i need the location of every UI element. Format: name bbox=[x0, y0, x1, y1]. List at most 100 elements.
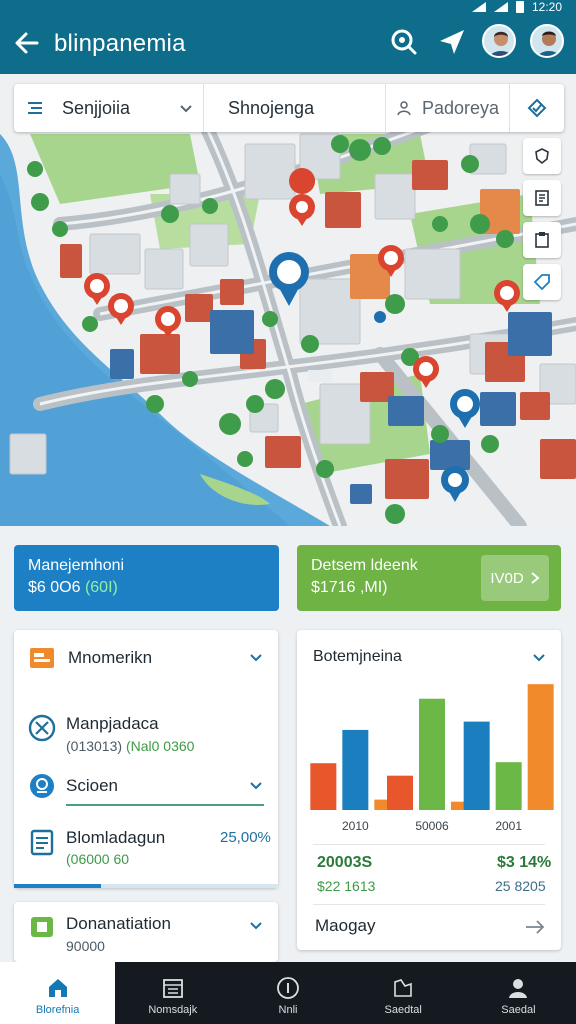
summary-card-details[interactable]: Detsem ldeenk $1716 ,MI) IV0D bbox=[297, 545, 561, 611]
nav-label: Nnli bbox=[278, 1004, 298, 1016]
location-target-icon bbox=[30, 774, 54, 798]
card-value: 90000 bbox=[66, 938, 105, 954]
progress-fill bbox=[14, 884, 102, 888]
filter-tool-button[interactable] bbox=[523, 138, 561, 174]
summary-title: Detsem ldeenk bbox=[311, 557, 418, 574]
map-view[interactable] bbox=[0, 74, 576, 526]
divider bbox=[66, 804, 264, 806]
summary-title: Manejemhoni bbox=[28, 557, 125, 574]
summary-action-button[interactable]: IV0D bbox=[481, 555, 549, 601]
compass-icon bbox=[28, 714, 56, 742]
bottom-navigation: Blorefnia Nomsdajk Nnli Saedtal Saedal bbox=[0, 962, 576, 1024]
search-query: Shnojenga bbox=[228, 97, 315, 118]
summary-value: $1716 ,MI) bbox=[311, 579, 388, 596]
chevron-right-icon bbox=[531, 572, 540, 584]
layers-icon bbox=[527, 98, 547, 118]
profile-icon bbox=[509, 979, 528, 998]
status-time: 12:20 bbox=[531, 0, 562, 14]
home-icon bbox=[48, 979, 67, 997]
people-filter-input[interactable]: Padoreya bbox=[386, 84, 510, 132]
wifi-icon bbox=[493, 2, 508, 12]
nav-item-profile[interactable]: Saedal bbox=[461, 962, 576, 1024]
stat-right-sub: 25 8205 bbox=[495, 878, 546, 894]
person-icon bbox=[397, 101, 411, 116]
chart-bar-green-2001 bbox=[495, 762, 522, 810]
card-title: Donanatiation bbox=[66, 914, 171, 933]
chart-bar-blue-2001 bbox=[463, 721, 490, 810]
signal-icon bbox=[471, 2, 486, 12]
overview-card: Mnomerikn Manpjadaca (013013) (Nal0 0360… bbox=[14, 630, 278, 888]
avatar-secondary[interactable] bbox=[530, 24, 564, 58]
item-title: Scioen bbox=[66, 776, 118, 795]
list-icon bbox=[28, 102, 42, 114]
avatar[interactable] bbox=[482, 24, 516, 58]
map-side-tools bbox=[523, 138, 561, 300]
search-icon[interactable] bbox=[388, 26, 420, 58]
map-layers-button[interactable] bbox=[510, 84, 564, 132]
calendar-icon bbox=[162, 979, 183, 998]
divider bbox=[313, 904, 545, 905]
chart-card: Botemjneina 2010 50006 2001 20003S $22 161… bbox=[297, 630, 561, 950]
puzzle-icon bbox=[31, 917, 53, 937]
people-placeholder: Padoreya bbox=[422, 97, 500, 118]
card-header-title: Mnomerikn bbox=[68, 648, 153, 667]
item-value: 25,00% bbox=[220, 829, 271, 846]
chart-bar-red-2010 bbox=[310, 763, 337, 810]
chevron-down-icon bbox=[180, 105, 192, 113]
search-input[interactable]: Shnojenga bbox=[204, 84, 386, 132]
arrow-right-icon[interactable] bbox=[525, 920, 545, 934]
chart-bar-red-50006 bbox=[387, 775, 413, 810]
nav-label: Blorefnia bbox=[35, 1004, 80, 1016]
nav-item-home[interactable]: Blorefnia bbox=[0, 962, 116, 1024]
nav-label: Saedtal bbox=[384, 1004, 422, 1016]
chevron-down-icon[interactable] bbox=[248, 650, 264, 666]
clipboard-icon bbox=[535, 232, 549, 248]
item-title: Manpjadaca bbox=[66, 714, 159, 733]
chart-title: Botemjneina bbox=[313, 648, 402, 665]
clipboard-icon bbox=[30, 829, 54, 856]
back-arrow-icon[interactable] bbox=[12, 28, 42, 58]
nav-item-calendar[interactable]: Nomsdajk bbox=[115, 962, 230, 1024]
chart-x-tick-label: 2001 bbox=[495, 819, 522, 833]
navigate-send-icon[interactable] bbox=[436, 26, 468, 58]
summary-card-management[interactable]: Manejemhoni $6 0O6 (60I) bbox=[14, 545, 279, 611]
briefcase-icon bbox=[30, 648, 54, 668]
chevron-down-icon[interactable] bbox=[248, 778, 264, 794]
document-tool-button[interactable] bbox=[523, 180, 561, 216]
nav-item-info[interactable]: Nnli bbox=[230, 962, 345, 1024]
divider bbox=[313, 844, 545, 845]
stat-right-value: $3 14% bbox=[497, 854, 552, 871]
footer-label[interactable]: Maogay bbox=[315, 916, 375, 936]
chevron-down-icon[interactable] bbox=[531, 650, 547, 666]
chart-x-tick-label: 2010 bbox=[342, 819, 369, 833]
item-subtitle: (013013) (Nal0 0360 bbox=[66, 738, 195, 754]
document-icon bbox=[535, 190, 549, 206]
location-select[interactable]: Senjjoiia bbox=[14, 84, 204, 132]
map-canvas[interactable] bbox=[0, 74, 576, 526]
location-value: Senjjoiia bbox=[62, 97, 131, 118]
shield-icon bbox=[535, 148, 549, 165]
stat-left-value: 20003S bbox=[317, 854, 373, 871]
summary-value: $6 0O6 (60I) bbox=[28, 579, 118, 596]
donation-card[interactable]: Donanatiation 90000 bbox=[14, 902, 278, 962]
progress-track bbox=[14, 884, 278, 888]
item-subtitle: (06000 60 bbox=[66, 851, 130, 867]
battery-icon bbox=[515, 1, 524, 13]
chart-bar-green-50006 bbox=[419, 698, 445, 810]
chart-bar-blue-2010 bbox=[342, 729, 369, 810]
page-title: blinpanemia bbox=[54, 30, 186, 57]
status-bar: 12:20 bbox=[471, 0, 562, 14]
clipboard-tool-button[interactable] bbox=[523, 222, 561, 258]
nav-label: Saedal bbox=[501, 1004, 536, 1016]
stat-left-sub: $22 1613 bbox=[317, 878, 376, 894]
chevron-down-icon[interactable] bbox=[248, 918, 264, 934]
chart-x-tick-label: 50006 bbox=[415, 819, 449, 833]
info-icon bbox=[277, 977, 299, 999]
map-search-bar: Senjjoiia Shnojenga Padoreya bbox=[14, 84, 564, 132]
tag-icon bbox=[533, 274, 550, 291]
tools-icon bbox=[394, 979, 413, 997]
nav-item-tools[interactable]: Saedtal bbox=[346, 962, 461, 1024]
bar-chart: 2010 50006 2001 bbox=[310, 684, 554, 833]
nav-label: Nomsdajk bbox=[148, 1004, 198, 1016]
tag-tool-button[interactable] bbox=[523, 264, 561, 300]
